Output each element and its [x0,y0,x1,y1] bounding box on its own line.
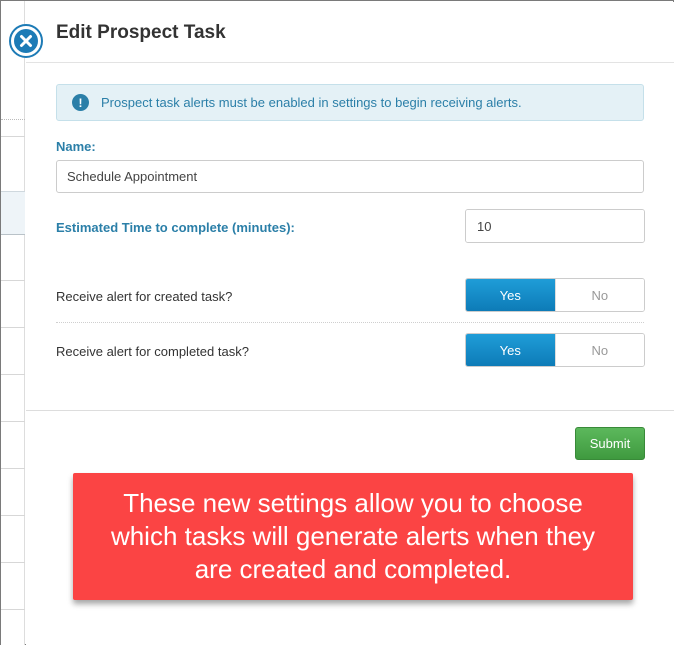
completed-alert-label: Receive alert for completed task? [56,344,249,359]
time-input[interactable] [466,210,644,242]
background-divider [1,119,25,120]
completed-alert-no-button[interactable]: No [554,334,644,366]
background-divider [1,421,25,422]
row-divider [56,322,644,323]
modal-title: Edit Prospect Task [56,22,226,43]
callout-text: These new settings allow you to choose w… [110,488,596,584]
created-alert-yes-button[interactable]: Yes [466,279,555,311]
background-selected-row [1,191,25,235]
time-input-group: min [465,209,645,243]
info-alert: ! Prospect task alerts must be enabled i… [56,84,644,121]
background-divider [1,327,25,328]
created-alert-toggle: Yes No [465,278,645,312]
info-icon: ! [72,94,89,111]
background-divider [1,609,25,610]
background-divider [1,515,25,516]
header-divider [26,62,674,63]
name-label: Name: [56,139,96,154]
name-input[interactable] [56,160,644,193]
completed-alert-toggle: Yes No [465,333,645,367]
background-divider [1,468,25,469]
background-divider [1,136,25,137]
background-page-strip [1,1,25,645]
close-icon [14,29,38,53]
screenshot-frame: Edit Prospect Task ! Prospect task alert… [0,0,674,645]
created-alert-no-button[interactable]: No [554,279,644,311]
footer-divider [26,410,674,411]
background-divider [1,280,25,281]
close-button[interactable] [9,24,43,58]
completed-alert-yes-button[interactable]: Yes [466,334,555,366]
annotation-callout: These new settings allow you to choose w… [73,473,633,600]
submit-button[interactable]: Submit [575,427,645,460]
time-label: Estimated Time to complete (minutes): [56,220,295,235]
background-divider [1,374,25,375]
background-divider [1,562,25,563]
created-alert-label: Receive alert for created task? [56,289,233,304]
alert-text: Prospect task alerts must be enabled in … [101,95,522,110]
